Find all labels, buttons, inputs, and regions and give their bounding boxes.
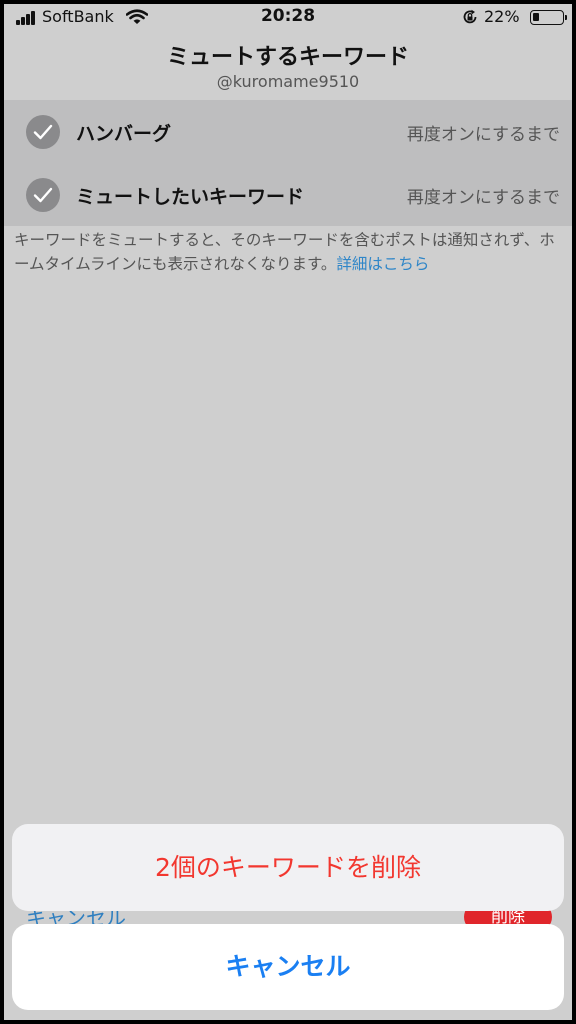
action-sheet-cancel-group: キャンセル <box>12 924 564 1010</box>
keyword-duration: 再度オンにするまで <box>406 125 560 145</box>
mute-description: キーワードをミュートすると、そのキーワードを含むポストは通知されず、ホームタイム… <box>14 228 562 276</box>
description-text: キーワードをミュートすると、そのキーワードを含むポストは通知されず、ホームタイム… <box>14 231 555 273</box>
cancel-button[interactable]: キャンセル <box>12 924 564 1010</box>
page-title: ミュートするキーワード <box>166 45 409 70</box>
battery-percent: 22% <box>484 7 520 26</box>
status-bar: SoftBank 20:28 22% <box>4 4 572 30</box>
keyword-row[interactable]: ハンバーグ 再度オンにするまで <box>4 100 572 163</box>
battery-level <box>533 13 539 21</box>
keyword-label: ミュートしたいキーワード <box>76 186 305 208</box>
page-subtitle: @kuromame9510 <box>216 72 360 91</box>
battery-icon <box>530 10 567 25</box>
keyword-list: ハンバーグ 再度オンにするまで ミュートしたいキーワード 再度オンにするまで <box>4 100 572 226</box>
keyword-duration: 再度オンにするまで <box>406 188 560 208</box>
screen: SoftBank 20:28 22% ミュートするキーワード @kuromame… <box>4 4 572 1020</box>
checkmark-circle-icon[interactable] <box>26 178 60 212</box>
keyword-row[interactable]: ミュートしたいキーワード 再度オンにするまで <box>4 163 572 226</box>
checkmark-circle-icon[interactable] <box>26 115 60 149</box>
keyword-label: ハンバーグ <box>76 123 172 145</box>
rotation-lock-icon <box>463 9 477 24</box>
action-sheet: 2個のキーワードを削除 <box>12 824 564 911</box>
learn-more-link[interactable]: 詳細はこちら <box>336 255 429 273</box>
delete-keywords-button[interactable]: 2個のキーワードを削除 <box>12 824 564 911</box>
